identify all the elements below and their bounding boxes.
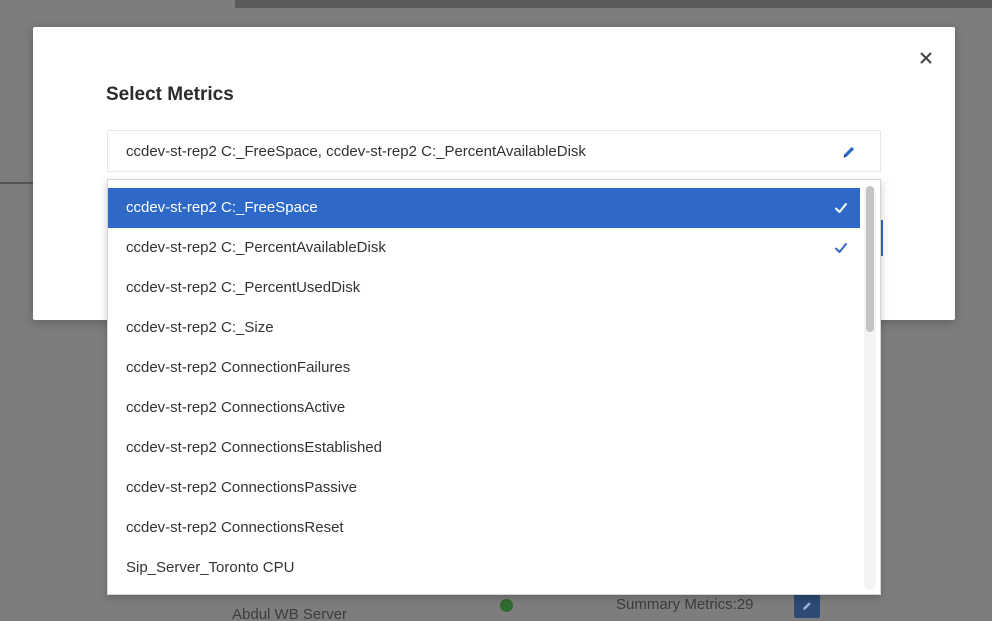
metrics-dropdown[interactable]: ccdev-st-rep2 C:_FreeSpace ccdev-st-rep2 …	[107, 179, 881, 595]
metric-option[interactable]: ccdev-st-rep2 C:_Size	[108, 308, 860, 348]
metric-option-label: ccdev-st-rep2 C:_PercentUsedDisk	[126, 279, 361, 296]
metric-option-label: ccdev-st-rep2 ConnectionsEstablished	[126, 439, 382, 456]
metric-option[interactable]: ccdev-st-rep2 ConnectionsPassive	[108, 468, 860, 508]
metric-option-label: ccdev-st-rep2 C:_PercentAvailableDisk	[126, 239, 386, 256]
metric-option[interactable]: ccdev-st-rep2 C:_FreeSpace	[108, 188, 860, 228]
metric-option[interactable]: ccdev-st-rep2 ConnectionsReset	[108, 508, 860, 548]
dropdown-scrollbar[interactable]	[864, 186, 876, 590]
metrics-list: ccdev-st-rep2 C:_FreeSpace ccdev-st-rep2 …	[108, 188, 860, 588]
pencil-icon	[843, 146, 855, 158]
background-server-name: Abdul WB Server	[232, 606, 348, 621]
check-icon	[835, 203, 847, 213]
background-summary-label: Summary Metrics:29	[616, 596, 754, 613]
metric-option-label: ccdev-st-rep2 ConnectionFailures	[126, 359, 351, 376]
metric-option[interactable]: ccdev-st-rep2 ConnectionsEstablished	[108, 428, 860, 468]
metric-option-label: ccdev-st-rep2 ConnectionsReset	[126, 519, 344, 536]
edit-metrics-button[interactable]	[840, 143, 858, 161]
metric-option-label: ccdev-st-rep2 ConnectionsPassive	[126, 479, 357, 496]
modal-title: Select Metrics	[106, 84, 234, 105]
selected-metrics-field[interactable]: ccdev-st-rep2 C:_FreeSpace, ccdev-st-rep…	[107, 130, 881, 172]
metric-option[interactable]: ccdev-st-rep2 C:_PercentAvailableDisk	[108, 228, 860, 268]
metric-option-label: ccdev-st-rep2 ConnectionsActive	[126, 399, 346, 416]
close-icon	[920, 52, 932, 64]
background-server-row: Abdul WB Server Summary Metrics:29	[108, 592, 888, 621]
pencil-icon	[803, 602, 811, 610]
status-ok-icon	[500, 599, 513, 612]
background-edit-button	[794, 594, 820, 618]
metric-option-label: Sip_Server_Toronto CPU	[126, 559, 295, 576]
metric-option-label: ccdev-st-rep2 C:_FreeSpace	[126, 199, 318, 216]
selected-metrics-value: ccdev-st-rep2 C:_FreeSpace, ccdev-st-rep…	[126, 143, 586, 160]
metric-option-label: ccdev-st-rep2 C:_Size	[126, 319, 274, 336]
background-topbar	[235, 0, 992, 8]
metric-option[interactable]: Sip_Server_Toronto CPU	[108, 548, 860, 588]
metric-option[interactable]: ccdev-st-rep2 C:_PercentUsedDisk	[108, 268, 860, 308]
dropdown-scrollbar-thumb[interactable]	[866, 186, 874, 332]
close-button[interactable]	[919, 51, 933, 65]
metric-option[interactable]: ccdev-st-rep2 ConnectionFailures	[108, 348, 860, 388]
check-icon	[835, 243, 847, 253]
metric-option[interactable]: ccdev-st-rep2 ConnectionsActive	[108, 388, 860, 428]
